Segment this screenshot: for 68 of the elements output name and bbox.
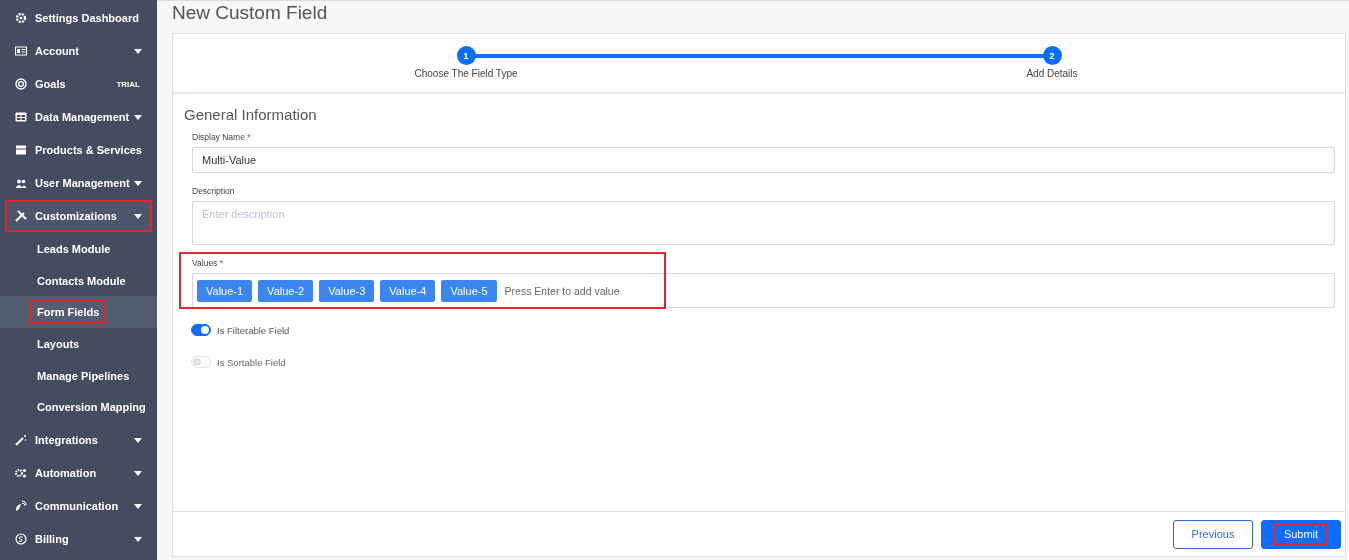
sidebar-item[interactable]: Communication — [5, 490, 152, 523]
section-title: General Information — [184, 106, 318, 123]
toggle-switch[interactable] — [191, 324, 211, 336]
field-label: Display Name * — [192, 132, 252, 142]
sidebar-item[interactable]: Billing — [5, 523, 152, 556]
gear-icon — [15, 12, 27, 24]
sidebar-item[interactable]: Integrations — [5, 424, 152, 457]
menu-label: Layouts — [36, 336, 81, 352]
sidebar-item[interactable]: Goals TRIAL — [5, 68, 152, 100]
menu-label: Data Management — [35, 111, 131, 123]
submenu-item[interactable]: Manage Pipelines — [0, 359, 157, 392]
submenu-item[interactable]: Conversion Mapping — [0, 391, 157, 424]
step-number: 1 — [456, 46, 476, 65]
menu-label: Automation — [35, 467, 98, 480]
value-tag: Value-2 — [258, 279, 314, 302]
value-tag: Value-3 — [319, 279, 375, 302]
menu-label: Account — [35, 45, 80, 57]
sidebar-item[interactable]: User Management — [5, 167, 152, 199]
step-number: 2 — [1042, 46, 1062, 65]
users-icon — [15, 177, 27, 189]
values-field[interactable]: Value-1 Value-2 Value-3 Value-4 Value-5 Press Enter to add value — [192, 273, 1335, 308]
submenu-item[interactable]: Contacts Module — [0, 264, 157, 297]
submenu-item[interactable]: Leads Module — [0, 233, 157, 265]
menu-label: Communication — [35, 500, 120, 513]
menu-label: Products & Services — [35, 144, 142, 156]
value-tag: Value-1 — [197, 279, 253, 302]
table-icon — [15, 111, 27, 123]
field-label: Description — [192, 186, 236, 196]
step-label: Add Details — [1026, 68, 1078, 79]
menu-label: Conversion Mapping — [36, 400, 147, 416]
menu-label: Integrations — [35, 434, 99, 447]
step-label: Choose The Field Type — [414, 68, 518, 79]
submit-button[interactable]: Submit — [1261, 519, 1341, 549]
value-tag: Value-5 — [441, 279, 497, 302]
sidebar-item[interactable]: Customizations — [5, 200, 152, 232]
sidebar-item[interactable]: Account — [5, 35, 152, 67]
toggle-label: Is Filterable Field — [217, 324, 290, 336]
previous-button[interactable]: Previous — [1173, 519, 1253, 549]
tools-icon — [15, 210, 27, 222]
coin-icon — [15, 533, 27, 546]
submenu-item[interactable]: Layouts — [0, 328, 157, 360]
menu-label: Manage Pipelines — [36, 368, 131, 384]
sidebar-item[interactable]: Automation — [5, 457, 152, 490]
satellite-icon — [15, 500, 27, 513]
page-title: New Custom Field — [172, 2, 329, 24]
menu-label: Customizations — [35, 210, 118, 222]
menu-label: Billing — [35, 533, 70, 546]
menu-label: Form Fields — [30, 300, 107, 325]
menu-label: Leads Module — [36, 241, 112, 257]
box-icon — [15, 144, 27, 156]
menu-label: Contacts Module — [36, 273, 127, 289]
description-field[interactable]: Enter description — [192, 201, 1335, 245]
submenu-item[interactable]: Form Fields — [0, 296, 157, 329]
id-card-icon — [15, 45, 27, 57]
toggle-label: Is Sortable Field — [217, 356, 286, 368]
menu-label: User Management — [35, 177, 131, 189]
menu-label: Settings Dashboard — [35, 12, 140, 24]
wand-icon — [15, 434, 27, 447]
gears-icon — [15, 467, 27, 480]
sidebar-item[interactable]: Products & Services — [5, 134, 152, 166]
target-icon — [15, 78, 27, 90]
value-tag: Value-4 — [380, 279, 436, 302]
menu-label: Goals — [35, 78, 67, 90]
sidebar-item[interactable]: Data Management — [5, 101, 152, 133]
field-label: Values * — [192, 258, 225, 268]
display-name-field[interactable]: Multi-Value — [192, 147, 1335, 173]
trial-label: TRIAL — [116, 79, 140, 89]
sidebar-item[interactable]: Settings Dashboard — [5, 2, 152, 34]
